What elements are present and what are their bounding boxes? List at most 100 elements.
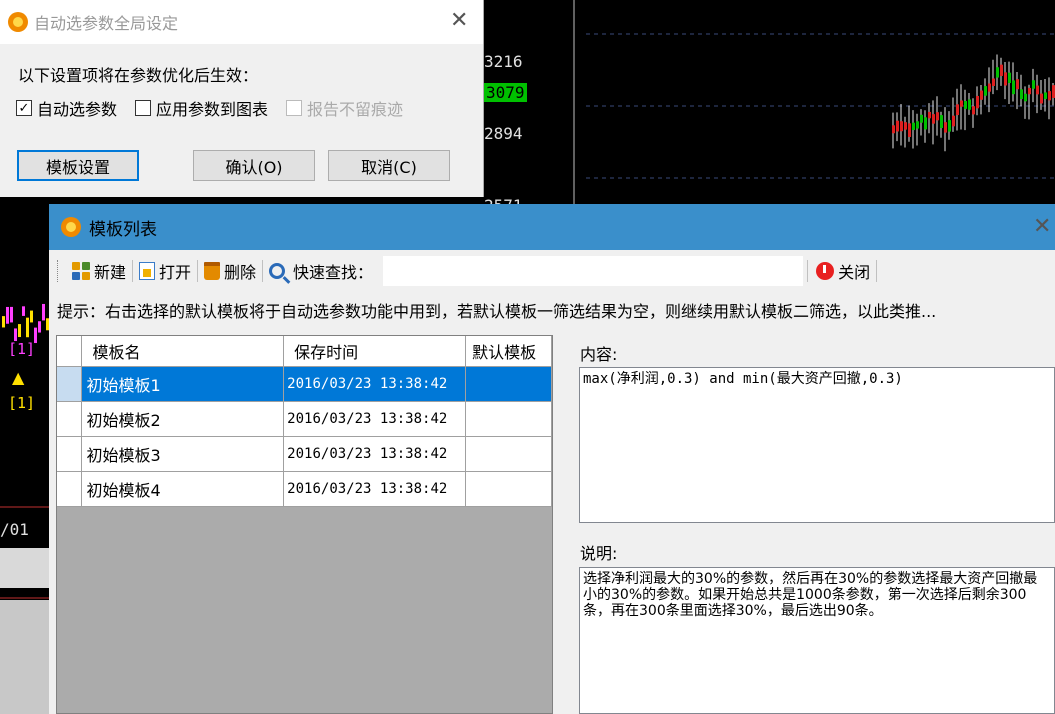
table-row[interactable]: 初始模板2 2016/03/23 13:38:42	[57, 401, 552, 437]
dialog-title: 模板列表	[89, 219, 157, 240]
candle-body	[1020, 89, 1023, 100]
apply-to-chart-checkbox[interactable]: 应用参数到图表	[135, 96, 268, 120]
open-button[interactable]: 打开	[133, 259, 197, 283]
candle-body	[38, 321, 41, 333]
template-name-cell[interactable]: 初始模板1	[81, 366, 285, 402]
candle-body	[1036, 85, 1039, 95]
checkbox-checked-icon: ✓	[16, 100, 32, 116]
table-row[interactable]: 初始模板4 2016/03/23 13:38:42	[57, 471, 552, 507]
candle-body	[984, 86, 987, 96]
template-name-cell[interactable]: 初始模板3	[81, 436, 285, 472]
save-time-cell[interactable]: 2016/03/23 13:38:42	[283, 471, 467, 507]
candle-body	[1024, 93, 1027, 102]
candle-body	[980, 90, 983, 100]
default-template-cell[interactable]	[465, 401, 552, 437]
signal-marker: [1]	[8, 340, 36, 358]
price-label: 3216	[484, 52, 523, 71]
template-name-cell[interactable]: 初始模板4	[81, 471, 285, 507]
options-row: ✓ 自动选参数 应用参数到图表 报告不留痕迹	[16, 96, 403, 120]
candle-body	[940, 115, 943, 128]
cancel-button[interactable]: 取消(C)	[328, 150, 450, 181]
candle-body	[26, 317, 29, 338]
row-header[interactable]	[57, 471, 83, 507]
ok-button[interactable]: 确认(O)	[193, 150, 315, 181]
checkbox-icon	[135, 100, 152, 116]
candle-body	[904, 122, 907, 130]
save-time-cell[interactable]: 2016/03/23 13:38:42	[283, 436, 467, 472]
candle-body	[1044, 92, 1047, 99]
column-header-default[interactable]: 默认模板	[465, 336, 552, 367]
save-time-cell[interactable]: 2016/03/23 13:38:42	[283, 366, 467, 402]
row-header[interactable]	[57, 401, 83, 437]
close-label: 关闭	[838, 263, 871, 282]
candle-body	[956, 104, 959, 116]
candle-body	[1048, 91, 1051, 101]
default-template-cell[interactable]	[465, 471, 552, 507]
auto-select-checkbox[interactable]: ✓ 自动选参数	[16, 96, 117, 120]
candle-body	[936, 112, 939, 121]
content-textbox[interactable]: max(净利润,0.3) and min(最大资产回撤,0.3)	[579, 367, 1055, 523]
candle-body	[1040, 93, 1043, 104]
dialog-titlebar[interactable]: 模板列表	[49, 204, 1055, 250]
left-candlestick-series	[2, 303, 49, 344]
candle-body	[42, 303, 45, 321]
new-button[interactable]: 新建	[66, 259, 132, 283]
toolbar: 新建 打开 删除 快速查找： 关闭	[49, 250, 1055, 292]
search-input[interactable]	[383, 256, 804, 286]
column-header-time[interactable]: 保存时间	[283, 336, 467, 367]
candle-body	[10, 306, 13, 323]
candle-body	[968, 99, 971, 110]
default-template-cell[interactable]	[465, 366, 552, 402]
candle-body	[1000, 64, 1003, 76]
description-textbox[interactable]: 选择净利润最大的30%的参数，然后再在30%的参数选择最大资产回撤最小的30%的…	[579, 567, 1055, 714]
candle-body	[920, 114, 923, 123]
price-label: 2894	[484, 124, 523, 143]
template-name-cell[interactable]: 初始模板2	[81, 401, 285, 437]
column-header-name[interactable]: 模板名	[81, 336, 285, 367]
candle-body	[1012, 80, 1015, 95]
delete-button[interactable]: 删除	[198, 259, 262, 283]
close-icon[interactable]: ✕	[450, 8, 468, 33]
close-button[interactable]: 关闭	[810, 259, 876, 283]
open-file-icon	[139, 262, 156, 280]
dialog-title: 自动选参数全局设定	[34, 14, 179, 33]
candle-body	[900, 121, 903, 132]
dialog-titlebar[interactable]: 自动选参数全局设定	[0, 0, 483, 44]
app-logo-icon	[61, 217, 81, 237]
signal-marker: [1]	[8, 394, 36, 412]
table-row[interactable]: 初始模板3 2016/03/23 13:38:42	[57, 436, 552, 472]
candle-body	[996, 67, 999, 78]
save-time-cell[interactable]: 2016/03/23 13:38:42	[283, 401, 467, 437]
candle-body	[988, 83, 991, 92]
candle-body	[1032, 80, 1035, 89]
candle-body	[1016, 79, 1019, 90]
candle-body	[924, 117, 927, 130]
candle-body	[2, 316, 5, 328]
candle-body	[896, 120, 899, 132]
candle-body	[22, 306, 25, 316]
candle-body	[912, 122, 915, 131]
table-row[interactable]: 初始模板1 2016/03/23 13:38:42	[57, 366, 552, 402]
toolbar-grip[interactable]	[57, 260, 60, 282]
close-icon[interactable]: ✕	[1033, 214, 1051, 239]
new-label: 新建	[94, 263, 127, 282]
checkbox-label: 自动选参数	[37, 100, 118, 119]
candle-body	[30, 310, 33, 323]
row-header[interactable]	[57, 366, 83, 402]
row-header[interactable]	[57, 436, 83, 472]
candle-body	[892, 125, 895, 134]
new-template-icon	[72, 262, 90, 280]
candle-body	[952, 115, 955, 127]
price-label-current: 3079	[484, 83, 527, 102]
candle-body	[18, 324, 21, 338]
template-settings-button[interactable]: 模板设置	[17, 150, 139, 181]
candle-body	[960, 100, 963, 107]
delete-label: 删除	[224, 263, 257, 282]
no-trace-report-checkbox: 报告不留痕迹	[286, 96, 403, 120]
default-template-cell[interactable]	[465, 436, 552, 472]
hint-text: 提示：右击选择的默认模板将于自动选参数功能中用到，若默认模板一筛选结果为空，则继…	[57, 302, 937, 321]
background-panel	[0, 600, 49, 714]
candle-body	[6, 306, 9, 324]
candle-body	[1028, 87, 1031, 95]
table-header: 模板名 保存时间 默认模板	[57, 336, 552, 367]
